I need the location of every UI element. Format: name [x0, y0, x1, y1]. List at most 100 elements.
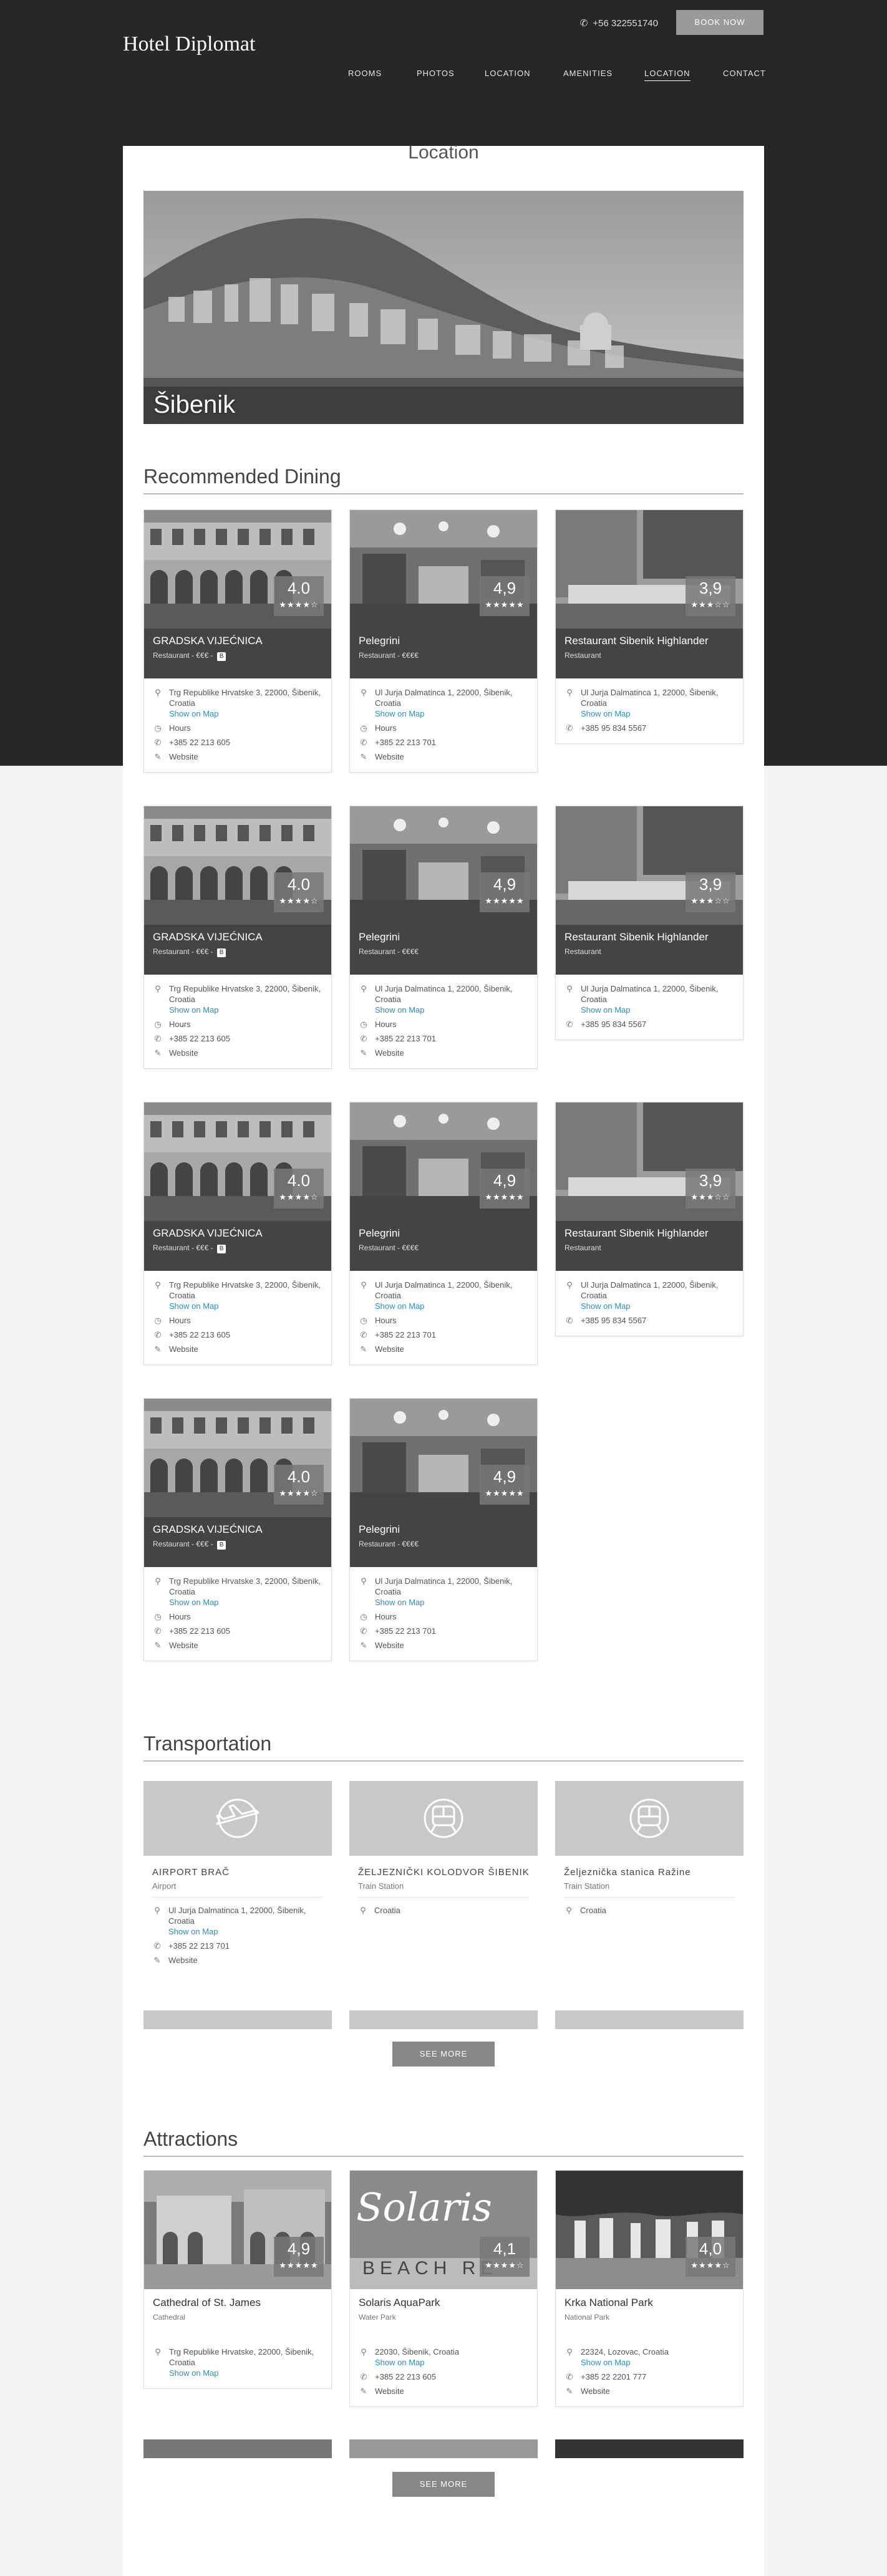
phone-link[interactable]: +385 22 213 701	[375, 737, 528, 748]
card-header: Pelegrini Restaurant - €€€€	[350, 1517, 537, 1567]
brand-logo[interactable]: Hotel Diplomat	[123, 32, 255, 56]
show-on-map-link[interactable]: Show on Map	[581, 709, 631, 718]
website-link[interactable]: Website	[375, 2386, 528, 2396]
hours-link[interactable]: Hours	[375, 723, 528, 733]
phone-link[interactable]: +385 22 213 605	[169, 1033, 322, 1044]
show-on-map-link[interactable]: Show on Map	[375, 709, 425, 718]
card-header: GRADSKA VIJEĆNICA Restaurant - €€€ - B	[144, 629, 331, 678]
show-on-map-link[interactable]: Show on Map	[169, 1005, 219, 1015]
card-header: Pelegrini Restaurant - €€€€	[350, 1221, 537, 1271]
website-link[interactable]: Website	[581, 2386, 734, 2396]
attraction-card[interactable]: 4,9 ★★★★★ Cathedral of St. James Cathedra…	[143, 2170, 332, 2389]
transport-card[interactable]: Željeznička stanica Ražine Train Station…	[555, 1781, 744, 1923]
hours-link[interactable]: Hours	[169, 723, 322, 733]
nav-amenities[interactable]: AMENITIES	[563, 69, 613, 78]
website-link[interactable]: Website	[168, 1955, 323, 1966]
dining-card[interactable]: 4.0 ★★★★☆ GRADSKA VIJEĆNICA Restaurant - …	[143, 1102, 332, 1365]
pin-icon: ⚲	[361, 1576, 367, 1586]
restaurant-name: GRADSKA VIJEĆNICA	[153, 931, 263, 943]
website-link[interactable]: Website	[169, 1640, 322, 1651]
pin-icon: ⚲	[566, 1906, 572, 1915]
phone-icon: ✆	[154, 1330, 162, 1339]
show-on-map-link[interactable]: Show on Map	[581, 1301, 631, 1311]
show-on-map-link[interactable]: Show on Map	[581, 1005, 631, 1015]
phone-link[interactable]: +385 95 834 5567	[581, 723, 734, 733]
link-icon: ✎	[360, 1641, 367, 1650]
restaurant-photo: 3,9 ★★★☆☆	[556, 806, 743, 925]
show-on-map-link[interactable]: Show on Map	[169, 709, 219, 718]
hours-link[interactable]: Hours	[375, 1611, 528, 1622]
phone-link[interactable]: +385 22 213 605	[169, 1626, 322, 1636]
attraction-card[interactable]: Solaris BEACH RE 4,1 ★★★★☆ Solaris AquaPa…	[349, 2170, 538, 2407]
dining-card[interactable]: 4,9 ★★★★★ Pelegrini Restaurant - €€€€ ⚲ Ul…	[349, 806, 538, 1069]
show-on-map-link[interactable]: Show on Map	[375, 1598, 425, 1607]
transport-see-more-button[interactable]: SEE MORE	[392, 2042, 495, 2067]
phone-link[interactable]: +385 22 213 605	[169, 1329, 322, 1340]
card-header: Pelegrini Restaurant - €€€€	[350, 925, 537, 975]
phone-link[interactable]: +385 22 213 605	[375, 2371, 528, 2382]
hours-link[interactable]: Hours	[375, 1019, 528, 1030]
attractions-see-more-button[interactable]: SEE MORE	[392, 2472, 495, 2497]
dining-card[interactable]: 4,9 ★★★★★ Pelegrini Restaurant - €€€€ ⚲ Ul…	[349, 509, 538, 773]
phone-link[interactable]: +385 22 213 605	[169, 737, 322, 748]
hours-link[interactable]: Hours	[169, 1019, 322, 1030]
show-on-map-link[interactable]: Show on Map	[169, 2368, 219, 2378]
phone-link[interactable]: +385 22 2201 777	[581, 2371, 734, 2382]
address: Trg Republike Hrvatske 3, 22000, Šibenik…	[169, 1280, 321, 1300]
hours-link[interactable]: Hours	[169, 1315, 322, 1326]
website-link[interactable]: Website	[169, 1344, 322, 1354]
dining-card[interactable]: 3,9 ★★★☆☆ Restaurant Sibenik Highlander R…	[555, 509, 744, 744]
show-on-map-link[interactable]: Show on Map	[375, 1301, 425, 1311]
dining-card[interactable]: 4.0 ★★★★☆ GRADSKA VIJEĆNICA Restaurant - …	[143, 1398, 332, 1661]
book-now-button[interactable]: BOOK NOW	[676, 10, 763, 35]
dining-card[interactable]: 4,9 ★★★★★ Pelegrini Restaurant - €€€€ ⚲ Ul…	[349, 1102, 538, 1365]
dining-card[interactable]: 3,9 ★★★☆☆ Restaurant Sibenik Highlander R…	[555, 806, 744, 1040]
rating-badge: 4.0 ★★★★☆	[274, 576, 324, 616]
train-icon	[424, 1798, 463, 1838]
address: Ul Jurja Dalmatinca 1, 22000, Šibenik, C…	[375, 1280, 513, 1300]
website-link[interactable]: Website	[169, 751, 322, 762]
dining-card[interactable]: 4.0 ★★★★☆ GRADSKA VIJEĆNICA Restaurant - …	[143, 509, 332, 773]
pin-icon: ⚲	[155, 1280, 161, 1290]
show-on-map-link[interactable]: Show on Map	[375, 2358, 425, 2367]
website-link[interactable]: Website	[169, 1048, 322, 1058]
hours-link[interactable]: Hours	[375, 1315, 528, 1326]
dining-card[interactable]: 4.0 ★★★★☆ GRADSKA VIJEĆNICA Restaurant - …	[143, 806, 332, 1069]
dining-card[interactable]: 3,9 ★★★☆☆ Restaurant Sibenik Highlander R…	[555, 1102, 744, 1336]
link-icon: ✎	[360, 1344, 367, 1354]
attraction-card[interactable]: 4,0 ★★★★☆ Krka National Park National Par…	[555, 2170, 744, 2407]
show-on-map-link[interactable]: Show on Map	[168, 1927, 218, 1936]
website-link[interactable]: Website	[375, 1048, 528, 1058]
phone-link[interactable]: +385 22 213 701	[375, 1329, 528, 1340]
phone-link[interactable]: +385 22 213 701	[168, 1941, 323, 1951]
nav-contact[interactable]: CONTACT	[723, 69, 766, 78]
nav-photos[interactable]: PHOTOS	[417, 69, 455, 78]
pin-icon: ⚲	[566, 1280, 573, 1290]
dining-card[interactable]: 4,9 ★★★★★ Pelegrini Restaurant - €€€€ ⚲ Ul…	[349, 1398, 538, 1661]
dining-section-title: Recommended Dining	[143, 465, 744, 494]
nav-location[interactable]: LOCATION	[485, 69, 531, 78]
show-on-map-link[interactable]: Show on Map	[581, 2358, 631, 2367]
clock-icon: ◷	[360, 1020, 367, 1029]
clock-icon: ◷	[154, 723, 162, 733]
transport-card[interactable]: ŽELJEZNIČKI KOLODVOR ŠIBENIK Train Stati…	[349, 1781, 538, 1923]
phone-icon: ✆	[154, 738, 162, 747]
phone-link[interactable]: +385 95 834 5567	[581, 1019, 734, 1030]
restaurant-type: Restaurant	[565, 1243, 601, 1252]
website-link[interactable]: Website	[375, 1640, 528, 1651]
phone-link[interactable]: +385 22 213 701	[375, 1626, 528, 1636]
nav-location-active[interactable]: LOCATION	[644, 69, 691, 81]
transport-card[interactable]: AIRPORT BRAČ Airport ⚲ Ul Jurja Dalmatinc…	[143, 1781, 332, 1973]
hours-link[interactable]: Hours	[169, 1611, 322, 1622]
show-on-map-link[interactable]: Show on Map	[169, 1301, 219, 1311]
header-phone[interactable]: ✆ +56 322551740	[580, 17, 658, 29]
website-link[interactable]: Website	[375, 1344, 528, 1354]
show-on-map-link[interactable]: Show on Map	[375, 1005, 425, 1015]
nav-rooms[interactable]: ROOMS	[348, 69, 382, 78]
phone-link[interactable]: +385 95 834 5567	[581, 1315, 734, 1326]
show-on-map-link[interactable]: Show on Map	[169, 1598, 219, 1607]
star-icons: ★★★★☆	[691, 2260, 730, 2270]
phone-link[interactable]: +385 22 213 701	[375, 1033, 528, 1044]
restaurant-type: Restaurant - €€€€	[359, 1540, 419, 1548]
website-link[interactable]: Website	[375, 751, 528, 762]
